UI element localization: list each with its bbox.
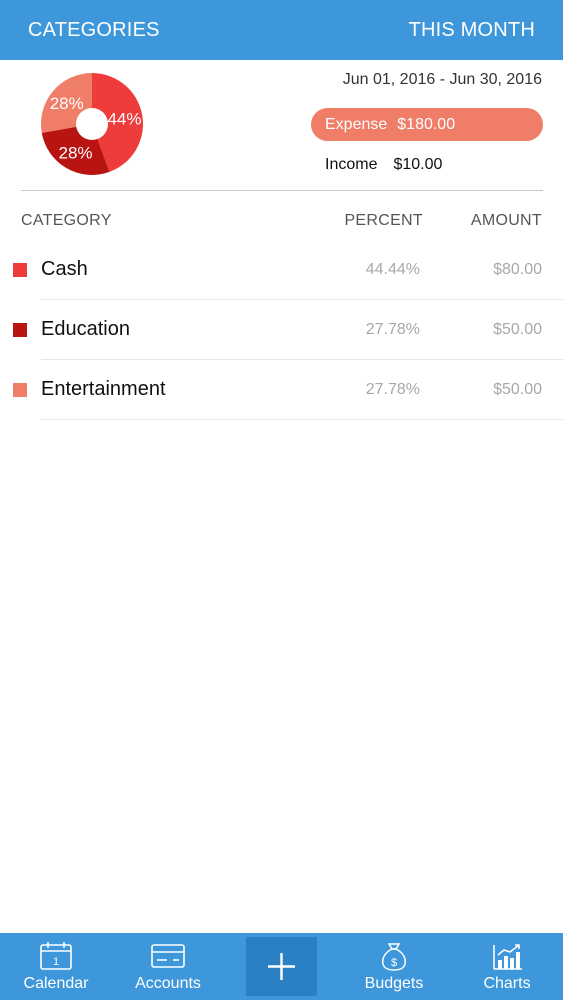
money-bag-icon: $ <box>382 943 406 971</box>
category-color-swatch <box>13 323 27 337</box>
category-color-swatch <box>13 263 27 277</box>
category-column-header: CATEGORY <box>21 212 112 229</box>
calendar-icon: 1 <box>40 942 72 970</box>
tab-charts[interactable]: Charts <box>451 933 563 1000</box>
tab-label: Budgets <box>364 975 424 992</box>
tab-calendar[interactable]: 1 Calendar <box>0 933 112 1000</box>
tab-bar: 1 Calendar Accounts $ Budgets Charts <box>0 933 563 1000</box>
pie-label-cash: 44% <box>107 109 141 128</box>
plus-icon <box>268 953 295 980</box>
card-icon <box>151 944 185 968</box>
calendar-icon-day: 1 <box>53 956 59 968</box>
category-color-swatch <box>13 383 27 397</box>
category-amount: $50.00 <box>493 321 542 338</box>
expense-label: Expense <box>325 116 388 133</box>
income-label: Income <box>325 156 378 173</box>
category-percent: 27.78% <box>365 381 420 398</box>
category-amount: $50.00 <box>493 381 542 398</box>
category-row-education[interactable]: Education 27.78% $50.00 <box>0 300 563 360</box>
amount-column-header: AMOUNT <box>470 212 542 229</box>
tab-label: Charts <box>483 975 531 992</box>
income-amount: $10.00 <box>393 156 443 173</box>
expense-amount: $180.00 <box>397 116 456 133</box>
pie-label-entertainment: 28% <box>50 94 84 113</box>
expense-button[interactable]: Expense $180.00 <box>311 108 543 141</box>
summary-divider <box>21 190 543 191</box>
bar-chart-icon <box>493 944 522 970</box>
add-transaction-button[interactable] <box>246 937 317 996</box>
category-pie-chart[interactable]: 44% 28% 28% <box>40 72 144 176</box>
category-name: Entertainment <box>41 378 166 400</box>
category-percent: 27.78% <box>365 321 420 338</box>
income-button[interactable]: Income $10.00 <box>325 156 442 174</box>
category-name: Education <box>41 318 130 340</box>
top-bar: CATEGORIES THIS MONTH <box>0 0 563 60</box>
category-percent: 44.44% <box>365 261 420 278</box>
category-row-entertainment[interactable]: Entertainment 27.78% $50.00 <box>0 360 563 420</box>
category-row-cash[interactable]: Cash 44.44% $80.00 <box>0 240 563 300</box>
tab-label: Accounts <box>135 975 201 992</box>
row-divider <box>41 419 563 420</box>
category-amount: $80.00 <box>493 261 542 278</box>
pie-center-hole <box>76 108 108 140</box>
tab-accounts[interactable]: Accounts <box>112 933 224 1000</box>
money-bag-symbol: $ <box>391 957 397 969</box>
tab-budgets[interactable]: $ Budgets <box>338 933 450 1000</box>
tab-label: Calendar <box>23 975 89 992</box>
categories-button[interactable]: CATEGORIES <box>28 0 160 60</box>
percent-column-header: PERCENT <box>344 212 423 229</box>
period-button[interactable]: THIS MONTH <box>409 0 535 60</box>
category-name: Cash <box>41 258 88 280</box>
category-list: Cash 44.44% $80.00 Education 27.78% $50.… <box>0 240 563 420</box>
pie-label-education: 28% <box>58 144 92 163</box>
date-range: Jun 01, 2016 - Jun 30, 2016 <box>342 71 542 88</box>
